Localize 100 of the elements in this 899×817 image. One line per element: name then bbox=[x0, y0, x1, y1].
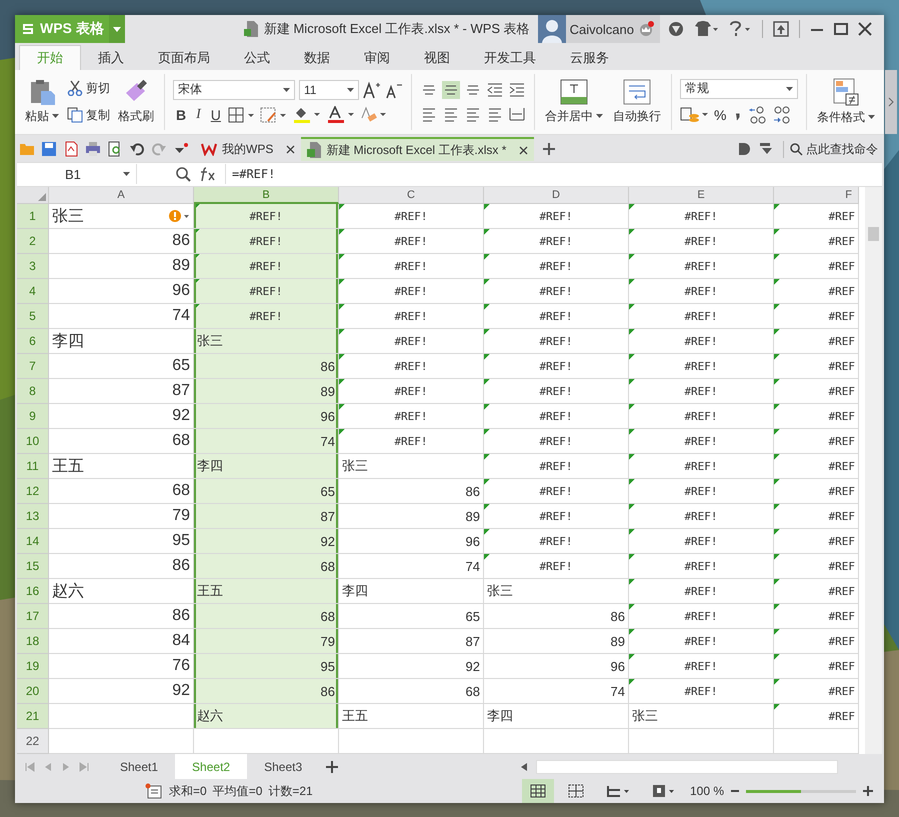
font-name-dropdown[interactable]: 宋体 bbox=[173, 80, 295, 100]
row-header[interactable]: 8 bbox=[17, 379, 49, 404]
scrollbar-thumb[interactable] bbox=[868, 227, 879, 241]
table-cell: 74 bbox=[484, 679, 629, 704]
sheet-tab[interactable]: Sheet2 bbox=[175, 754, 248, 779]
function-icon[interactable] bbox=[199, 166, 217, 182]
font-size-dropdown[interactable]: 11 bbox=[299, 80, 359, 100]
upload-icon[interactable] bbox=[773, 21, 789, 37]
close-icon[interactable] bbox=[519, 146, 528, 155]
row-header[interactable]: 7 bbox=[17, 354, 49, 379]
ribbon-tab[interactable]: 视图 bbox=[407, 46, 467, 70]
save-icon[interactable] bbox=[41, 141, 57, 158]
ribbon-tab[interactable]: 开发工具 bbox=[467, 46, 553, 70]
d-shape-icon[interactable] bbox=[737, 142, 751, 156]
pdf-export-icon[interactable] bbox=[63, 141, 79, 158]
table-cell: #REF bbox=[774, 379, 859, 404]
app-menu-caret[interactable] bbox=[109, 15, 125, 43]
table-style-icon[interactable] bbox=[260, 106, 288, 123]
normal-view-button[interactable] bbox=[522, 779, 554, 803]
command-search-field[interactable]: 点此查找命令 bbox=[783, 140, 878, 158]
document-tab[interactable]: 新建 Microsoft Excel 工作表.xlsx * bbox=[301, 137, 534, 162]
decrease-indent-icon[interactable] bbox=[486, 80, 504, 99]
row-header[interactable]: 21 bbox=[17, 704, 49, 729]
text-style-button[interactable]: U bbox=[208, 106, 224, 123]
help-icon[interactable] bbox=[728, 21, 752, 37]
row-header[interactable]: 18 bbox=[17, 629, 49, 654]
row-header[interactable]: 10 bbox=[17, 429, 49, 454]
row-header[interactable]: 15 bbox=[17, 554, 49, 579]
sheet-tab[interactable]: Sheet3 bbox=[247, 754, 320, 779]
undo-icon[interactable] bbox=[129, 141, 145, 158]
scroll-left-icon[interactable] bbox=[520, 762, 528, 772]
column-header[interactable]: B bbox=[194, 187, 339, 204]
fill-color-icon[interactable] bbox=[292, 106, 322, 124]
increase-indent-icon[interactable] bbox=[508, 80, 526, 99]
row-header[interactable]: 19 bbox=[17, 654, 49, 679]
zoom-search-icon[interactable] bbox=[175, 166, 191, 182]
cut-button[interactable]: 剪切 bbox=[67, 80, 110, 97]
print-icon[interactable] bbox=[85, 141, 101, 158]
sheet-tab[interactable]: Sheet1 bbox=[103, 754, 176, 779]
ribbon-tab[interactable]: 云服务 bbox=[553, 46, 626, 70]
copy-button[interactable]: 复制 bbox=[67, 106, 110, 124]
grow-font-icon[interactable] bbox=[363, 80, 381, 99]
formula-field[interactable]: =#REF! bbox=[225, 164, 882, 184]
row-header[interactable]: 20 bbox=[17, 679, 49, 704]
ribbon-tab[interactable]: 开始 bbox=[19, 45, 81, 70]
column-header[interactable]: F bbox=[774, 187, 859, 204]
name-box[interactable]: B1 bbox=[17, 164, 137, 184]
row-header[interactable]: 2 bbox=[17, 229, 49, 254]
increase-decimal-icon[interactable] bbox=[748, 104, 768, 125]
row-header[interactable]: 1 bbox=[17, 204, 49, 229]
zoom-slider[interactable] bbox=[746, 790, 801, 792]
number-format-dropdown[interactable]: 常规 bbox=[680, 78, 798, 99]
ribbon-tab[interactable]: 数据 bbox=[287, 46, 347, 70]
download-icon[interactable] bbox=[759, 142, 775, 156]
row-header[interactable]: 17 bbox=[17, 604, 49, 629]
row-header[interactable]: 22 bbox=[17, 729, 49, 754]
user-account[interactable]: Caivolcano bbox=[538, 15, 660, 43]
row-header[interactable]: 16 bbox=[17, 579, 49, 604]
row-header[interactable]: 5 bbox=[17, 304, 49, 329]
text-style-button[interactable]: I bbox=[193, 106, 204, 123]
close-icon[interactable] bbox=[286, 144, 296, 154]
row-header[interactable]: 6 bbox=[17, 329, 49, 354]
row-header[interactable]: 3 bbox=[17, 254, 49, 279]
align-lines-icon[interactable] bbox=[442, 80, 460, 99]
row-header[interactable]: 9 bbox=[17, 404, 49, 429]
paste-button[interactable]: 粘贴 bbox=[23, 76, 61, 127]
format-painter-button[interactable]: 格式刷 bbox=[116, 76, 156, 127]
borders-icon[interactable] bbox=[228, 106, 256, 123]
table-cell: #REF! bbox=[484, 404, 629, 429]
column-header[interactable]: D bbox=[484, 187, 629, 204]
warning-icon[interactable] bbox=[168, 209, 190, 223]
wrap-text-button[interactable]: 自动换行 bbox=[611, 76, 663, 127]
merge-center-button[interactable]: 合并居中 bbox=[543, 76, 605, 127]
row-header[interactable]: 12 bbox=[17, 479, 49, 504]
add-sheet-icon[interactable] bbox=[325, 760, 340, 774]
new-tab-icon[interactable] bbox=[542, 142, 556, 156]
notes-icon[interactable] bbox=[145, 783, 163, 799]
ribbon-tab[interactable]: 公式 bbox=[227, 46, 287, 70]
row-header[interactable]: 11 bbox=[17, 454, 49, 479]
row-header[interactable]: 4 bbox=[17, 279, 49, 304]
column-header[interactable]: A bbox=[49, 187, 194, 204]
column-header[interactable]: E bbox=[629, 187, 774, 204]
close-icon[interactable] bbox=[858, 22, 872, 36]
percent-button[interactable]: % bbox=[714, 106, 726, 123]
text-style-button[interactable]: B bbox=[173, 106, 190, 123]
document-tab[interactable]: 我的WPS bbox=[195, 137, 302, 162]
currency-icon[interactable] bbox=[680, 106, 710, 124]
ribbon-tab[interactable]: 插入 bbox=[81, 46, 141, 70]
column-header[interactable]: C bbox=[339, 187, 484, 204]
row-header[interactable]: 13 bbox=[17, 504, 49, 529]
row-header[interactable]: 14 bbox=[17, 529, 49, 554]
decrease-decimal-icon[interactable] bbox=[772, 104, 792, 125]
ribbon-tab[interactable]: 审阅 bbox=[347, 46, 407, 70]
shirt-icon[interactable] bbox=[694, 21, 718, 37]
conditional-format-button[interactable]: 条件格式 bbox=[815, 76, 877, 128]
maximize-icon[interactable] bbox=[834, 22, 848, 36]
vertical-scrollbar[interactable] bbox=[865, 187, 882, 754]
zoom-in-icon[interactable] bbox=[862, 785, 874, 797]
ribbon-tab[interactable]: 页面布局 bbox=[141, 46, 227, 70]
font-color-icon[interactable] bbox=[326, 106, 356, 124]
